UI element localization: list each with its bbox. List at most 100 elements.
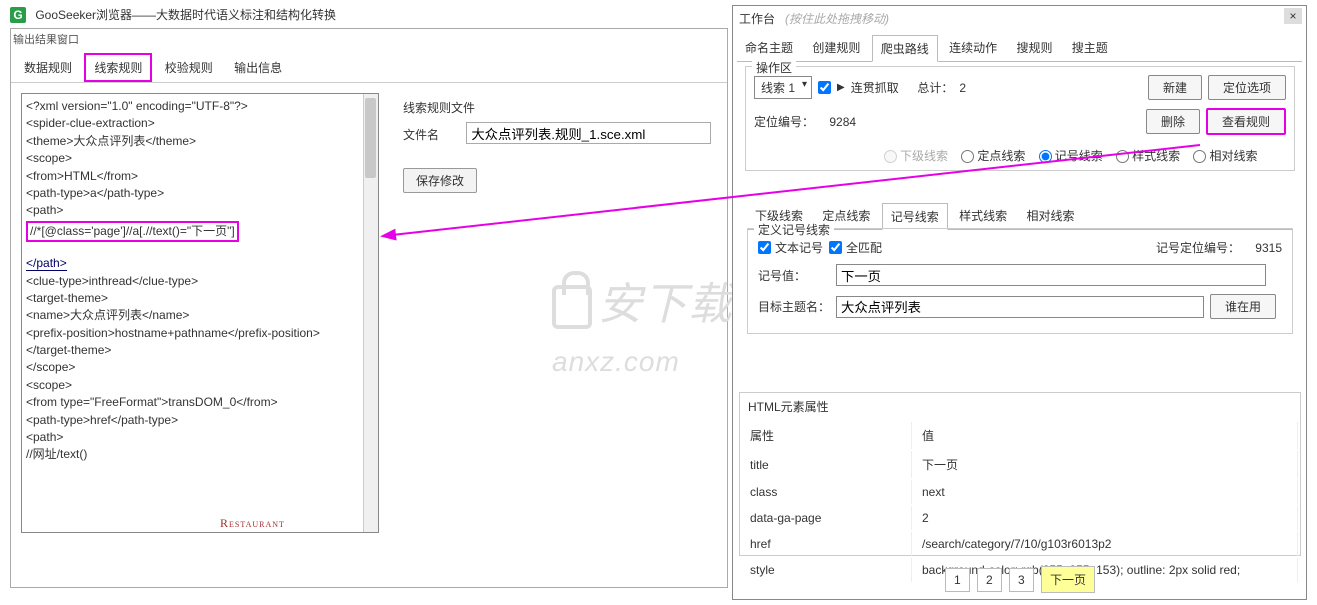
filename-input[interactable] (466, 122, 711, 144)
radio-relative[interactable] (1193, 150, 1206, 163)
attr-val: 下一页 (914, 451, 1298, 478)
tab-search-theme[interactable]: 搜主题 (1064, 35, 1116, 60)
page-3[interactable]: 3 (1009, 568, 1034, 592)
pagination: 1 2 3 下一页 (739, 566, 1301, 593)
op-area-title: 操作区 (752, 59, 796, 76)
table-row[interactable]: href/search/category/7/10/g103r6013p2 (742, 532, 1298, 556)
attr-val: /search/category/7/10/g103r6013p2 (914, 532, 1298, 556)
subtab-relative[interactable]: 相对线索 (1018, 203, 1082, 228)
rule-tabs: 数据规则 线索规则 校验规则 输出信息 (11, 53, 727, 83)
xml-line: <scope> (26, 150, 374, 167)
close-icon[interactable]: × (1284, 8, 1302, 24)
page-next[interactable]: 下一页 (1041, 566, 1095, 593)
continuous-crawl-checkbox[interactable] (818, 81, 831, 94)
xml-line: <prefix-position>hostname+pathname</pref… (26, 325, 374, 342)
total-label: 总计： (917, 79, 953, 96)
workbench-panel: 工作台 (按住此处拖拽移动) × 命名主题 创建规则 爬虫路线 连续动作 搜规则… (732, 5, 1307, 600)
arrow-right-icon: ▶ (837, 82, 845, 93)
who-using-button[interactable]: 谁在用 (1210, 294, 1276, 319)
view-rules-button[interactable]: 查看规则 (1206, 108, 1286, 135)
mark-locate-no-label: 记号定位编号： (1156, 239, 1240, 256)
radio-fixed[interactable] (961, 150, 974, 163)
new-button[interactable]: 新建 (1148, 75, 1202, 100)
tab-name-theme[interactable]: 命名主题 (737, 35, 801, 60)
table-row[interactable]: data-ga-page2 (742, 506, 1298, 530)
xml-line: <target-theme> (26, 290, 374, 307)
xml-line: </path> (26, 256, 67, 271)
tab-output-info[interactable]: 输出信息 (225, 54, 291, 81)
tab-search-rule[interactable]: 搜规则 (1008, 35, 1060, 60)
workbench-tabs: 命名主题 创建规则 爬虫路线 连续动作 搜规则 搜主题 (737, 34, 1302, 62)
xml-rule-editor[interactable]: <?xml version="1.0" encoding="UTF-8"?> <… (21, 93, 379, 533)
define-mark-clue: 定义记号线索 文本记号 全匹配 记号定位编号： 9315 记号值： 目标主题名：… (747, 228, 1293, 334)
radio-fixed-label: 定点线索 (977, 149, 1025, 163)
attr-table: 属性值 title下一页 classnext data-ga-page2 hre… (740, 420, 1300, 584)
full-match-checkbox[interactable] (829, 241, 842, 254)
attr-head-prop: 属性 (742, 422, 912, 449)
clue-type-radio-group: 下级线索 定点线索 记号线索 样式线索 相对线索 (754, 143, 1286, 166)
tab-continuous-action[interactable]: 连续动作 (941, 35, 1005, 60)
table-row[interactable]: title下一页 (742, 451, 1298, 478)
full-match-label: 全匹配 (846, 239, 882, 256)
xml-line: <name>大众点评列表</name> (26, 307, 374, 324)
xml-line: <scope> (26, 377, 374, 394)
continuous-crawl-label: 连贯抓取 (851, 79, 899, 96)
mark-value-label: 记号值： (758, 267, 830, 284)
tab-validate-rule[interactable]: 校验规则 (156, 54, 222, 81)
app-title: GooSeeker浏览器——大数据时代语义标注和结构化转换 (35, 6, 336, 23)
filename-label: 文件名 (403, 125, 463, 144)
save-button[interactable]: 保存修改 (403, 168, 477, 193)
target-theme-label: 目标主题名： (758, 298, 830, 315)
locate-options-button[interactable]: 定位选项 (1208, 75, 1286, 100)
xml-line: <theme>大众点评列表</theme> (26, 133, 374, 150)
rule-file-section-label: 线索规则文件 (403, 99, 723, 116)
radio-style-label: 样式线索 (1132, 149, 1180, 163)
html-attr-panel: HTML元素属性 属性值 title下一页 classnext data-ga-… (739, 392, 1301, 556)
xml-line: <path-type>href</path-type> (26, 412, 374, 429)
xml-line: <clue-type>inthread</clue-type> (26, 273, 374, 290)
app-logo: G (10, 7, 26, 23)
attr-val: next (914, 480, 1298, 504)
radio-subclue (884, 150, 897, 163)
tab-data-rule[interactable]: 数据规则 (15, 54, 81, 81)
attr-key: class (742, 480, 912, 504)
scrollbar[interactable] (363, 94, 378, 532)
table-row[interactable]: classnext (742, 480, 1298, 504)
xml-line: <path-type>a</path-type> (26, 185, 374, 202)
workbench-title: 工作台 (739, 12, 775, 26)
page-1[interactable]: 1 (945, 568, 970, 592)
xml-line: <?xml version="1.0" encoding="UTF-8"?> (26, 98, 374, 115)
attr-val: 2 (914, 506, 1298, 530)
tab-create-rule[interactable]: 创建规则 (804, 35, 868, 60)
attr-key: href (742, 532, 912, 556)
attr-key: title (742, 451, 912, 478)
xml-line: <from type="FreeFormat">transDOM_0</from… (26, 394, 374, 411)
attr-key: data-ga-page (742, 506, 912, 530)
tab-clue-rule[interactable]: 线索规则 (84, 53, 152, 82)
decorative-text: Restaurant (220, 516, 285, 531)
target-theme-input[interactable] (836, 296, 1204, 318)
page-2[interactable]: 2 (977, 568, 1002, 592)
xml-line: //网址/text() (26, 446, 374, 463)
xml-line: <from>HTML</from> (26, 168, 374, 185)
delete-button[interactable]: 删除 (1146, 109, 1200, 134)
tab-crawler-route[interactable]: 爬虫路线 (872, 35, 938, 62)
define-title: 定义记号线索 (754, 221, 834, 238)
mark-value-input[interactable] (836, 264, 1266, 286)
radio-style[interactable] (1116, 150, 1129, 163)
subtab-style[interactable]: 样式线索 (951, 203, 1015, 228)
radio-mark-label: 记号线索 (1055, 149, 1103, 163)
xml-line: <spider-clue-extraction> (26, 115, 374, 132)
locate-no-value: 9284 (829, 115, 856, 129)
workbench-hint: (按住此处拖拽移动) (785, 12, 889, 26)
html-attr-title: HTML元素属性 (740, 393, 1300, 420)
output-window: 输出结果窗口 数据规则 线索规则 校验规则 输出信息 <?xml version… (10, 28, 728, 588)
subtab-mark[interactable]: 记号线索 (882, 203, 948, 230)
radio-mark[interactable] (1039, 150, 1052, 163)
radio-subclue-label: 下级线索 (900, 149, 948, 163)
text-mark-checkbox[interactable] (758, 241, 771, 254)
xml-line: <path> (26, 429, 374, 446)
clue-select[interactable]: 线索 1 (754, 76, 812, 99)
xpath-highlight: //*[@class='page']//a[.//text()="下一页"] (26, 221, 239, 242)
operation-area: 操作区 线索 1 ▶ 连贯抓取 总计： 2 新建 定位选项 定位编号： 9284… (745, 66, 1295, 171)
